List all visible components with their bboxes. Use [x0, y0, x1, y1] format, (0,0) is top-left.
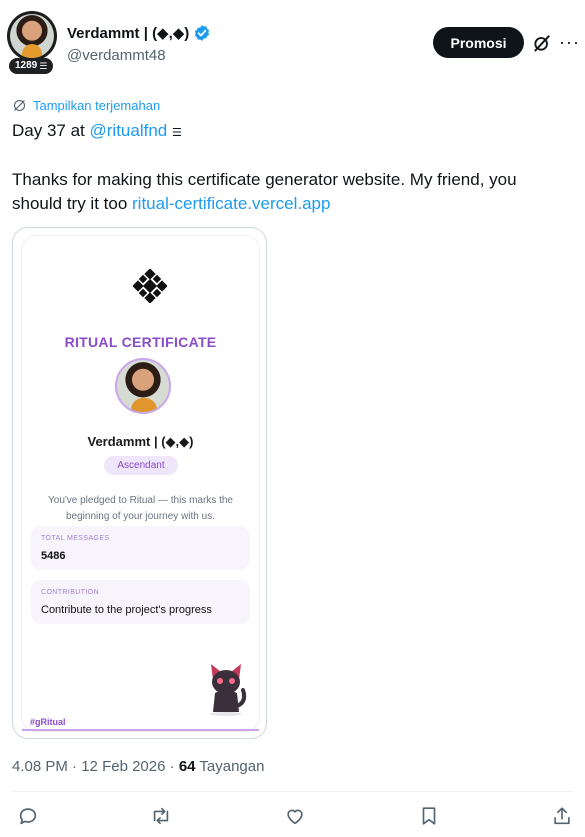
certificate-hashtag: #gRitual: [30, 717, 66, 727]
pledge-text: You've pledged to Ritual — this marks th…: [48, 495, 233, 522]
translate-link[interactable]: Tampilkan terjemahan: [12, 98, 160, 113]
stat-value: 5486: [41, 550, 66, 562]
reply-button[interactable]: [17, 805, 39, 827]
promote-button[interactable]: Promosi: [433, 27, 524, 58]
user-handle[interactable]: @verdammt48: [67, 47, 166, 64]
globe-translate-icon: [13, 99, 26, 112]
post-text-day: Day 37 at: [12, 121, 90, 140]
certificate-title: RITUAL CERTIFICATE: [64, 334, 217, 350]
rank-badge: Ascendant: [104, 456, 178, 475]
post-meta: 4.08 PM · 12 Feb 2026 · 64 Tayangan: [12, 758, 264, 775]
certificate-name: Verdammt | (◆,◆): [87, 434, 194, 449]
stat-total-messages: TOTAL MESSAGES 5486: [31, 526, 250, 570]
views-label: Tayangan: [199, 758, 265, 775]
post-media-image[interactable]: RITUAL CERTIFICATE Verdammt | (◆,◆) Asce…: [12, 227, 267, 739]
like-button[interactable]: [284, 805, 306, 827]
post-line-3: should try it too ritual-certificate.ver…: [12, 192, 330, 216]
post-date[interactable]: 12 Feb 2026: [81, 758, 165, 775]
stat-label: TOTAL MESSAGES: [41, 535, 110, 542]
bookmark-icon: [422, 807, 436, 825]
post-line-1: Day 37 at @ritualfnd ☰: [12, 119, 182, 145]
post-time[interactable]: 4.08 PM: [12, 758, 68, 775]
views-count: 64: [178, 758, 196, 775]
mention-badge-icon: ☰: [171, 127, 182, 139]
share-icon: [554, 807, 570, 825]
hamburger-icon: ☰: [39, 61, 48, 71]
follower-badge-count: 1289: [15, 60, 38, 71]
mention-link[interactable]: @ritualfnd: [90, 121, 168, 140]
meta-separator: ·: [169, 758, 179, 775]
stat-label: CONTRIBUTION: [41, 589, 100, 596]
repost-icon: [153, 807, 169, 825]
avatar-photo: [10, 14, 54, 58]
post-line-2: Thanks for making this certificate gener…: [12, 170, 517, 189]
ritual-logo-icon: [133, 269, 167, 303]
stat-value: Contribute to the project's progress: [41, 604, 212, 616]
cat-mascot-icon: [210, 664, 247, 716]
name-row: Verdammt | (◆,◆): [67, 24, 211, 42]
bookmark-button[interactable]: [418, 805, 440, 827]
grok-icon[interactable]: [532, 33, 552, 53]
divider: [12, 791, 573, 792]
like-icon: [287, 809, 303, 825]
follower-badge: 1289 ☰: [9, 58, 54, 74]
certificate-card: RITUAL CERTIFICATE Verdammt | (◆,◆) Asce…: [22, 236, 259, 731]
verified-icon: [195, 25, 210, 41]
post-header: 1289 ☰ Verdammt | (◆,◆) @verdammt48 Prom…: [0, 0, 585, 80]
repost-button[interactable]: [150, 805, 172, 827]
stat-contribution: CONTRIBUTION Contribute to the project's…: [31, 580, 250, 624]
website-link[interactable]: ritual-certificate.vercel.app: [132, 194, 330, 213]
author-avatar[interactable]: [7, 11, 57, 61]
meta-separator: ·: [72, 758, 82, 775]
post-text-try: should try it too: [12, 194, 133, 213]
display-name[interactable]: Verdammt | (◆,◆): [67, 24, 189, 42]
share-button[interactable]: [551, 805, 573, 827]
certificate-avatar: [115, 358, 171, 414]
certificate-accent-line: [22, 729, 259, 731]
more-options-icon[interactable]: ···: [559, 32, 580, 53]
translate-label: Tampilkan terjemahan: [33, 98, 161, 113]
reply-icon: [19, 808, 37, 825]
